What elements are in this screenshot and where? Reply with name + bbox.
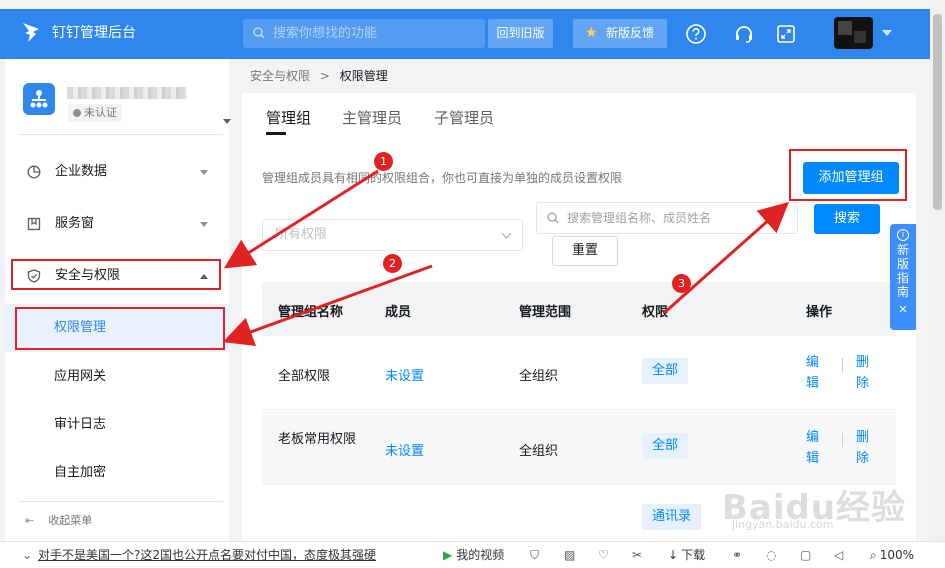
mute-icon[interactable]: ◁ [834,542,843,568]
chevron-down-icon[interactable]: ⌄ [22,542,32,568]
zoom-icon: ⌕ [870,548,877,562]
annotation-marker-3: 3 [672,274,691,293]
window-icon[interactable]: ▢ [800,542,811,568]
download-icon: ↓ [668,548,679,562]
annotation-arrow-1 [223,169,379,269]
annotation-arrow-2 [222,264,433,346]
browser-status-bar: ⌄ 对手不是美国一个?这2国也公开点名要对付中国，态度极其强硬 ▶ 我的视频 ⛉ … [0,541,945,568]
annotation-marker-1: 1 [374,152,393,171]
my-video-button[interactable]: ▶ 我的视频 [443,542,504,568]
zoom-control[interactable]: ⌕ 100% [870,542,914,568]
news-ticker-link[interactable]: 对手不是美国一个?这2国也公开点名要对付中国，态度极其强硬 [38,542,376,568]
scissors-icon[interactable]: ✂ [632,542,642,568]
link-icon[interactable]: ⚭ [732,542,742,568]
my-video-label: 我的视频 [456,548,505,562]
annotation-marker-2: 2 [383,254,402,273]
browser-icon[interactable]: ◌ [766,542,776,568]
image-icon[interactable]: ▨ [564,542,575,568]
heart-icon[interactable]: ♡ [598,542,609,568]
zoom-level: 100% [879,548,915,562]
baidu-watermark-url: jingyan.baidu.com [732,518,834,531]
shield-icon[interactable]: ⛉ [530,542,539,568]
download-button[interactable]: ↓ 下载 [668,542,705,568]
download-label: 下载 [681,548,706,562]
play-icon: ▶ [443,548,453,562]
annotation-arrow-3 [663,202,789,315]
